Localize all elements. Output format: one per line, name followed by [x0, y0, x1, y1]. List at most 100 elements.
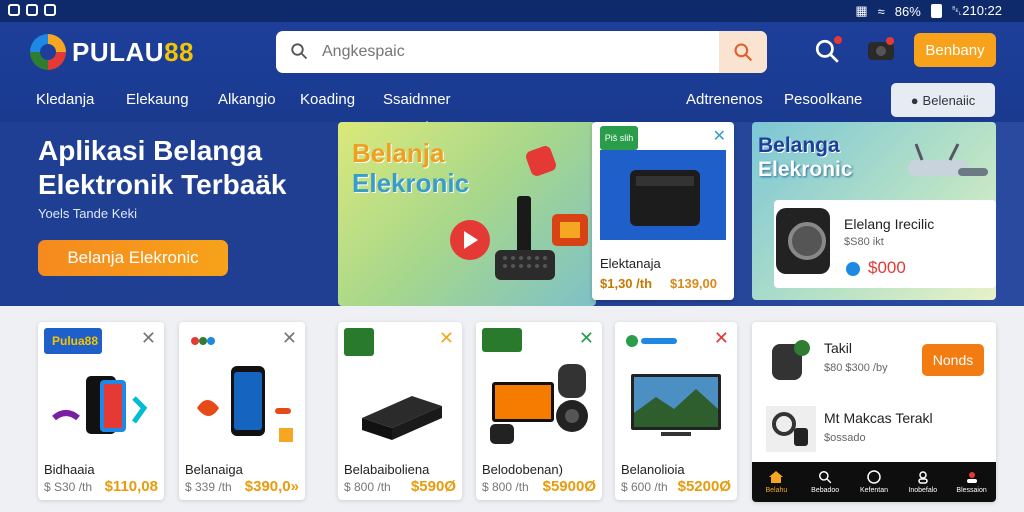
close-icon[interactable]: ✕: [713, 126, 726, 146]
account-button[interactable]: ● Belenaiic: [891, 83, 995, 117]
product-card[interactable]: ✕ Belanolioia $ 600 /th $5200Ø: [615, 322, 737, 500]
product-name: Belanaiga: [185, 462, 243, 477]
search-icon: [734, 43, 753, 62]
status-icons-left: [8, 4, 56, 16]
hero-subtitle: Yoels Tande Keki: [38, 206, 138, 221]
profile-icon: [918, 471, 928, 484]
nav-item-elekaung[interactable]: Elekaung: [126, 91, 189, 108]
close-icon[interactable]: ✕: [714, 328, 729, 349]
drone-image: [908, 143, 988, 176]
settings-icon: [26, 4, 38, 16]
search-bar[interactable]: [276, 31, 767, 73]
product-card[interactable]: ✕ Belanaiga $ 339 /th $390,0»: [179, 322, 305, 500]
tv-icon: [552, 214, 588, 246]
hero-cta-button[interactable]: Belanja Elekronic: [38, 240, 228, 276]
nav-item-kledanja[interactable]: Kledanja: [36, 91, 94, 108]
hero-title: Aplikasi Belanga Elektronik Terbaäk: [38, 135, 287, 200]
brand-badge: Pulua88: [44, 328, 103, 354]
header-search-button[interactable]: [814, 36, 842, 64]
sim-icon: ▦: [855, 3, 868, 18]
search-input[interactable]: [322, 31, 692, 73]
brand-badge: [344, 328, 374, 356]
product-tag: Piš slih: [600, 126, 638, 150]
product-old-price: $1,30 /th: [600, 276, 653, 291]
radio-dot-icon[interactable]: [846, 262, 860, 276]
tab-profile[interactable]: Inobefalo: [898, 462, 947, 502]
play-arrow-icon[interactable]: [450, 220, 490, 260]
product-old-price: $ S30 /th: [44, 480, 93, 494]
brand-logo[interactable]: PULAU88: [30, 30, 194, 74]
product-price: $110,08: [104, 478, 158, 495]
product-name: Bidhaaia: [44, 462, 95, 477]
product-price: $139,00: [670, 276, 717, 291]
product-old-price: $ 800 /th: [344, 480, 391, 494]
list-item-title: Takil: [824, 340, 853, 356]
nav-item-alkangio[interactable]: Alkangio: [218, 91, 276, 108]
notification-icon: [8, 4, 20, 16]
speaker-image: [776, 208, 830, 274]
tab-chat[interactable]: Kefentan: [850, 462, 899, 502]
smartphones-image: [52, 376, 148, 434]
search-submit-button[interactable]: [719, 31, 767, 73]
banner-title: Belanja Elekronic: [352, 138, 470, 198]
product-card[interactable]: Pulua88 ✕ Bidhaaia $ S30 /th $110,08: [38, 322, 164, 500]
hero-section: Aplikasi Belanga Elektronik Terbaäk Yoel…: [0, 122, 1024, 306]
tab-label: Belahu: [765, 487, 788, 494]
wifi-icon: ≈: [877, 3, 885, 19]
close-icon[interactable]: ✕: [579, 328, 594, 349]
header-cta-button[interactable]: Benbany: [914, 33, 996, 67]
banner-product-card[interactable]: Elelang Irecilic $S80 ikt $000: [774, 200, 996, 288]
banner-card-price: $000: [868, 258, 906, 277]
product-price: $390,0»: [244, 478, 299, 495]
nav-item-koading[interactable]: Koading: [300, 91, 355, 108]
nav-item-ssaidnner[interactable]: Ssaidnner: [383, 91, 451, 127]
promo-banner-right[interactable]: Belanga Elekronic Elelang Irecilic $S80 i…: [752, 122, 996, 300]
close-icon[interactable]: ✕: [141, 328, 156, 349]
brand-badge: [482, 328, 522, 352]
product-price: $590Ø: [410, 478, 456, 495]
tab-label: Inobefalo: [908, 487, 938, 494]
product-name: Belanolioia: [621, 462, 685, 477]
cart-button[interactable]: [866, 36, 896, 64]
home-icon: [769, 471, 784, 483]
product-old-price: $ 600 /th: [621, 480, 668, 494]
brand-logo-icon: [191, 337, 215, 345]
headphones-image: [772, 340, 810, 380]
product-card[interactable]: ✕ Belabaiboliena $ 800 /th $590Ø: [338, 322, 462, 500]
chat-icon: [867, 470, 881, 484]
search-icon: [819, 471, 832, 484]
brand-logo-icon: [626, 335, 677, 347]
shopping-bag-icon: [526, 146, 556, 176]
accessories-image: [766, 406, 816, 452]
product-old-price: $ 339 /th: [185, 480, 232, 494]
brand-name: PULAU88: [72, 36, 194, 67]
featured-product-card[interactable]: Piš slih ✕ Elektanaja $1,30 /th $139,00: [592, 122, 734, 300]
close-icon[interactable]: ✕: [439, 328, 454, 349]
list-item[interactable]: Takil $80 $300 /by Nonds: [752, 330, 996, 392]
tab-label: Blessaion: [956, 487, 987, 494]
list-item[interactable]: Mt Makcas Terakl $ossado: [752, 400, 996, 460]
brand-badge: [185, 328, 221, 354]
bottom-tab-bar: Belahu Bebadoo Kefentan Inobefalo Blessa…: [752, 462, 996, 502]
tab-search[interactable]: Bebadoo: [801, 462, 850, 502]
product-name: Belodobenan): [482, 462, 563, 477]
router-image: [495, 196, 555, 280]
list-item-subtitle: $ossado: [824, 432, 866, 444]
home-theater-image: [490, 364, 588, 444]
nav-item-pesoolkane[interactable]: Pesoolkane: [784, 91, 862, 108]
notification-icon: [44, 4, 56, 16]
promo-banner-left[interactable]: Belanja Elekronic: [338, 122, 596, 306]
product-card[interactable]: ✕ Belodobenan) $ 800 /th $5900Ø: [476, 322, 602, 500]
close-icon[interactable]: ✕: [282, 328, 297, 349]
tab-label: Kefentan: [859, 487, 888, 494]
nav-item-adtrenenos[interactable]: Adtrenenos: [686, 91, 763, 108]
product-name: Elektanaja: [600, 256, 661, 271]
app-header: PULAU88 Benbany Kledanja Elekaung Alkang…: [0, 22, 1024, 127]
tab-account[interactable]: Blessaion: [947, 462, 996, 502]
search-icon: [291, 43, 308, 60]
television-image: [631, 374, 721, 436]
list-item-button[interactable]: Nonds: [922, 344, 984, 376]
signal-label: 86%: [894, 3, 921, 19]
product-price: $5200Ø: [677, 478, 731, 495]
tab-home[interactable]: Belahu: [752, 462, 801, 502]
